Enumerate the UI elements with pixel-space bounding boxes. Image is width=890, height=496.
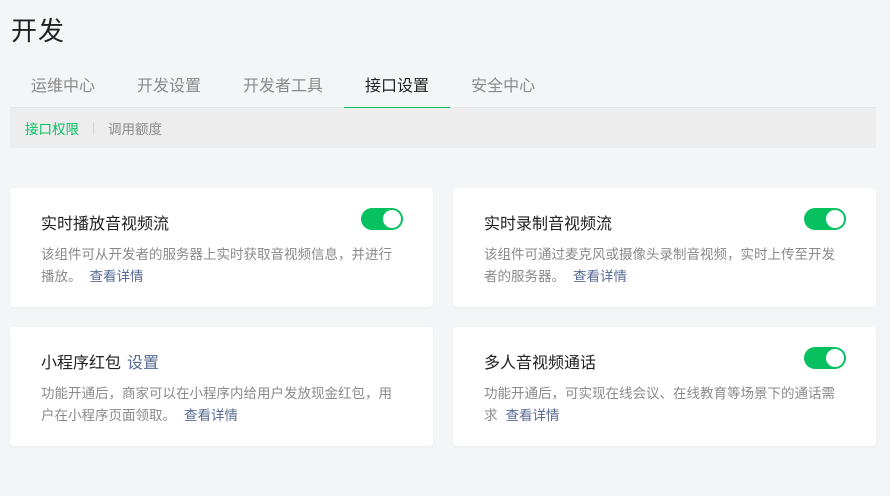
card-description: 功能开通后，商家可以在小程序内给用户发放现金红包，用户在小程序页面领取。 查看详情 — [41, 383, 401, 427]
subnav-divider — [93, 121, 94, 135]
api-card-red-packet: 小程序红包 设置 功能开通后，商家可以在小程序内给用户发放现金红包，用户在小程序页… — [10, 327, 433, 446]
tab-dev-tools[interactable]: 开发者工具 — [222, 66, 344, 108]
card-title: 多人音视频通话 — [484, 353, 597, 372]
card-title: 实时录制音视频流 — [484, 214, 613, 233]
tab-ops-center[interactable]: 运维中心 — [10, 66, 116, 108]
api-card-live-player: 实时播放音视频流 该组件可从开发者的服务器上实时获取音视频信息，并进行播放。 查看… — [10, 188, 433, 307]
view-details-link[interactable]: 查看详情 — [506, 408, 560, 424]
tab-api-settings[interactable]: 接口设置 — [344, 66, 451, 109]
tab-dev-settings[interactable]: 开发设置 — [116, 66, 222, 108]
subnav-call-quota[interactable]: 调用额度 — [108, 118, 162, 138]
view-details-link[interactable]: 查看详情 — [90, 269, 144, 285]
page-title: 开发 — [11, 17, 66, 47]
toggle-knob — [826, 349, 844, 367]
api-card-multi-party-call: 多人音视频通话 功能开通后，可实现在线会议、在线教育等场景下的通话需求 查看详情 — [453, 327, 876, 446]
view-details-link[interactable]: 查看详情 — [573, 269, 627, 285]
card-title: 实时播放音视频流 — [41, 214, 170, 233]
toggle-knob — [826, 210, 844, 228]
tab-security-center[interactable]: 安全中心 — [450, 66, 556, 108]
card-description: 功能开通后，可实现在线会议、在线教育等场景下的通话需求 查看详情 — [484, 383, 844, 427]
api-card-live-pusher: 实时录制音视频流 该组件可通过麦克风或摄像头录制音视频，实时上传至开发者的服务器… — [453, 188, 876, 307]
multi-party-call-toggle[interactable] — [804, 347, 846, 369]
card-description: 该组件可从开发者的服务器上实时获取音视频信息，并进行播放。 查看详情 — [41, 244, 401, 288]
card-description-text: 该组件可通过麦克风或摄像头录制音视频，实时上传至开发者的服务器。 — [484, 247, 835, 285]
live-player-toggle[interactable] — [361, 208, 403, 230]
subnav-api-permissions[interactable]: 接口权限 — [25, 118, 79, 138]
card-title: 小程序红包 — [41, 353, 122, 372]
card-title-row: 小程序红包 设置 — [41, 349, 159, 373]
sub-navigation: 接口权限 调用额度 — [10, 108, 876, 148]
toggle-knob — [383, 210, 401, 228]
settings-link[interactable]: 设置 — [127, 353, 159, 372]
live-pusher-toggle[interactable] — [804, 208, 846, 230]
card-description: 该组件可通过麦克风或摄像头录制音视频，实时上传至开发者的服务器。 查看详情 — [484, 244, 844, 288]
tab-bar: 运维中心 开发设置 开发者工具 接口设置 安全中心 — [10, 66, 876, 109]
view-details-link[interactable]: 查看详情 — [184, 408, 238, 424]
